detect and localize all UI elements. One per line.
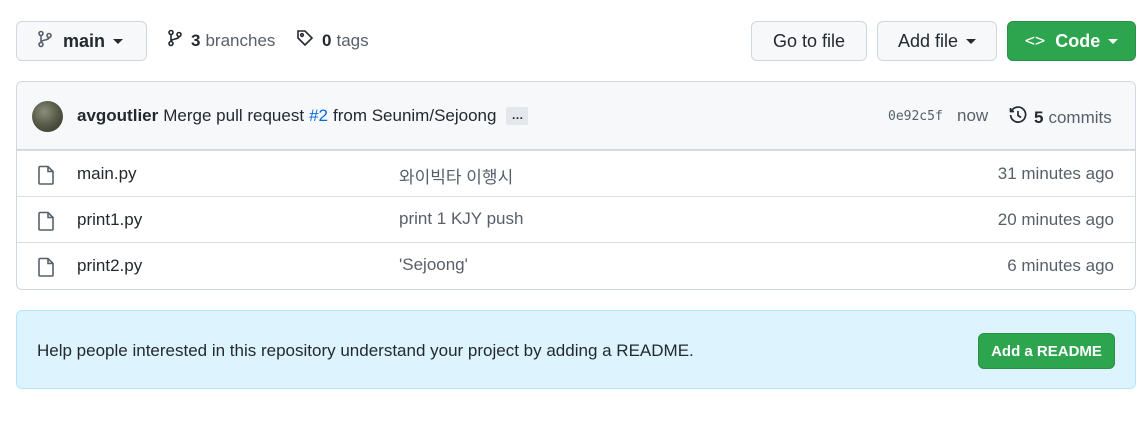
chevron-down-icon <box>113 38 124 44</box>
file-row: main.py 와이빅타 이행시 31 minutes ago <box>17 150 1135 196</box>
commit-author[interactable]: avgoutlier <box>77 106 158 126</box>
commit-sha[interactable]: 0e92c5f <box>888 109 943 124</box>
commits-label: commits <box>1048 107 1112 127</box>
file-commit-message[interactable]: print 1 KJY push <box>399 209 523 229</box>
branch-name: main <box>63 30 106 51</box>
commit-message: avgoutlier Merge pull request #2 from Se… <box>77 106 529 126</box>
commits-link[interactable]: 5 commits <box>1008 105 1112 130</box>
branches-link[interactable]: 3 branches <box>167 29 275 52</box>
tags-count: 0 <box>322 30 332 50</box>
file-row: print1.py print 1 KJY push 20 minutes ag… <box>17 196 1135 242</box>
branches-label: branches <box>205 30 276 50</box>
commit-time: now <box>957 106 989 125</box>
branch-select-button[interactable]: main <box>16 21 147 61</box>
file-name[interactable]: print1.py <box>77 210 142 230</box>
readme-prompt-text: Help people interested in this repositor… <box>37 341 694 360</box>
file-row: print2.py 'Sejoong' 6 minutes ago <box>17 242 1135 288</box>
history-icon <box>1008 105 1028 130</box>
add-readme-button[interactable]: Add a README <box>978 333 1115 369</box>
git-branch-icon <box>167 29 183 52</box>
add-file-button[interactable]: Add file <box>877 21 997 61</box>
tags-link[interactable]: 0 tags <box>296 29 369 52</box>
code-button[interactable]: <> Code <box>1007 21 1136 61</box>
git-branch-icon <box>37 30 53 53</box>
readme-banner: Help people interested in this repositor… <box>16 310 1136 389</box>
file-name[interactable]: main.py <box>77 164 137 184</box>
commit-message-suffix[interactable]: from Seunim/Sejoong <box>333 106 496 126</box>
file-icon <box>37 211 55 236</box>
code-label: Code <box>1055 30 1101 51</box>
chevron-down-icon <box>1108 38 1119 44</box>
file-name[interactable]: print2.py <box>77 256 142 276</box>
tags-label: tags <box>336 30 369 50</box>
file-age: 20 minutes ago <box>997 210 1114 229</box>
go-to-file-button[interactable]: Go to file <box>751 21 867 61</box>
file-browser: avgoutlier Merge pull request #2 from Se… <box>16 81 1136 290</box>
commit-message-prefix[interactable]: Merge pull request <box>163 106 304 126</box>
file-icon <box>37 257 55 282</box>
chevron-down-icon <box>966 38 977 44</box>
code-icon: <> <box>1024 31 1046 51</box>
expand-commit-button[interactable]: … <box>506 107 529 125</box>
latest-commit-bar: avgoutlier Merge pull request #2 from Se… <box>17 82 1135 150</box>
commits-count: 5 <box>1034 107 1044 127</box>
file-age: 31 minutes ago <box>997 164 1114 183</box>
file-commit-message[interactable]: 'Sejoong' <box>399 255 468 275</box>
tag-icon <box>296 29 314 52</box>
avatar[interactable] <box>32 101 63 132</box>
file-icon <box>37 165 55 190</box>
branches-count: 3 <box>191 30 201 50</box>
pull-request-link[interactable]: #2 <box>309 106 328 126</box>
add-file-label: Add file <box>897 30 959 51</box>
file-commit-message[interactable]: 와이빅타 이행시 <box>399 163 513 188</box>
file-age: 6 minutes ago <box>1007 256 1114 275</box>
